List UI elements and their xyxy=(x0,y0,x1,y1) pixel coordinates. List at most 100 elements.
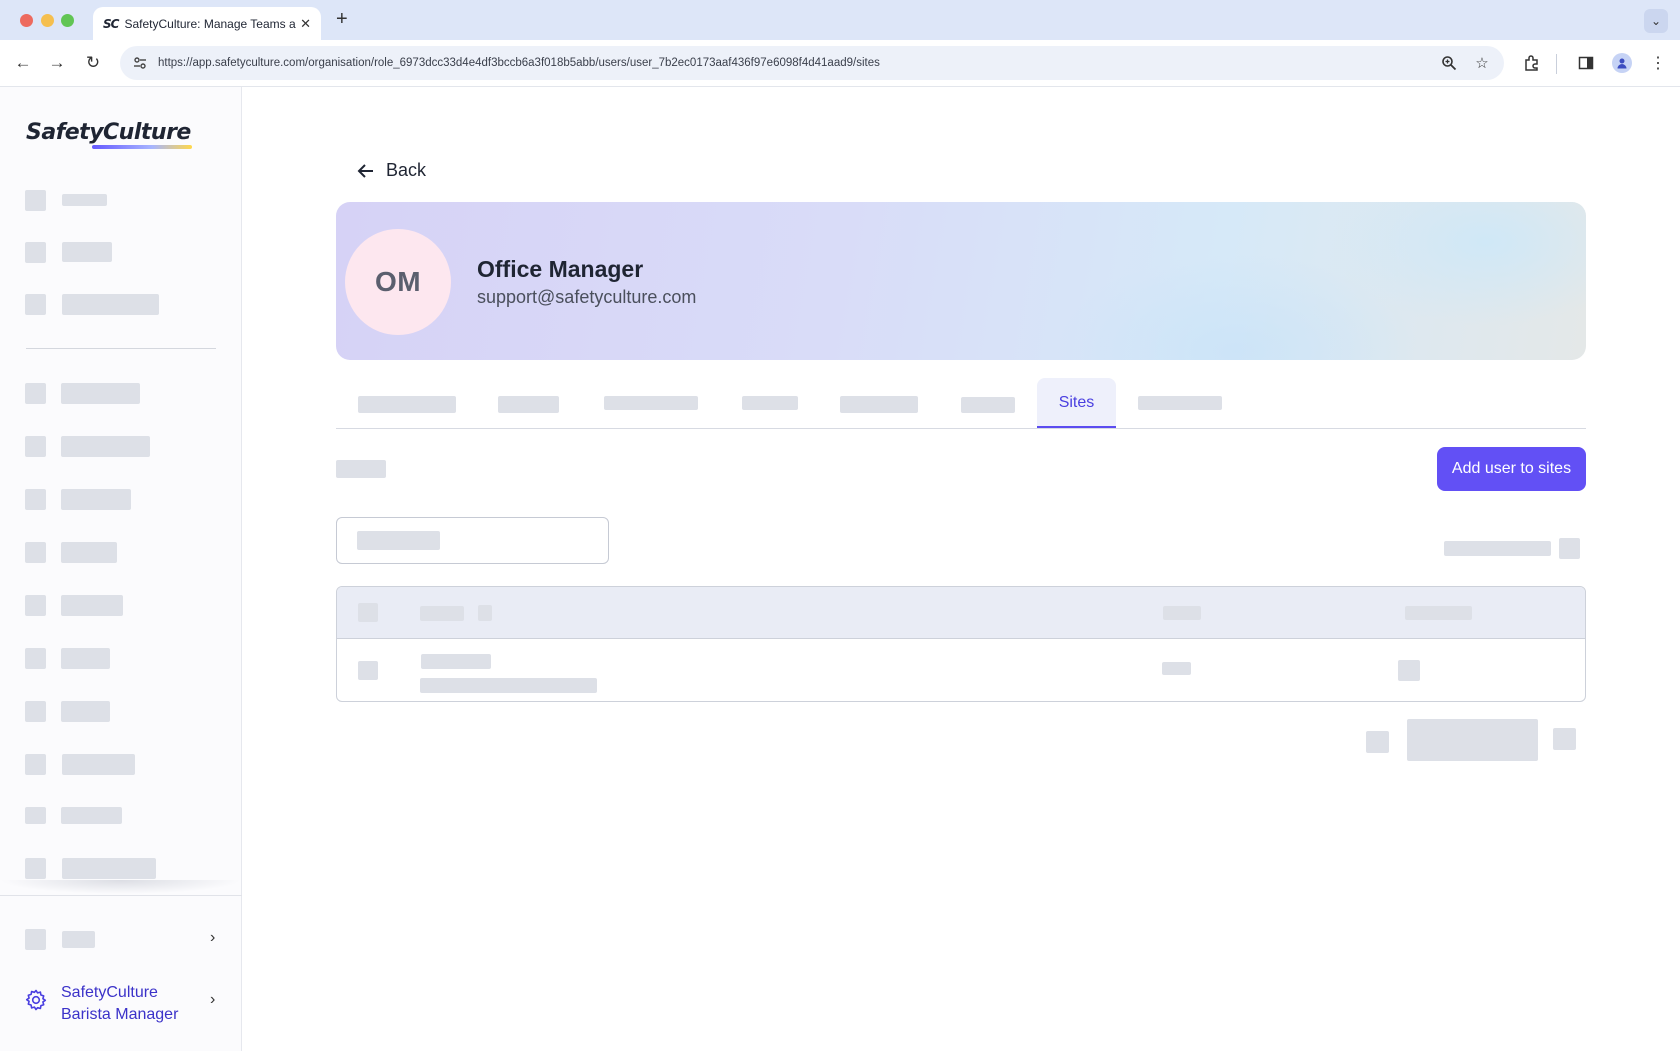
select-all-checkbox-placeholder[interactable] xyxy=(358,603,378,622)
filter-label-placeholder xyxy=(1444,541,1551,556)
window-close-button[interactable] xyxy=(20,14,33,27)
new-tab-button[interactable]: + xyxy=(336,8,348,31)
organisation-switcher[interactable]: SafetyCulture Barista Manager xyxy=(61,982,178,1026)
column-header-placeholder[interactable] xyxy=(1405,606,1472,620)
sidebar-divider xyxy=(26,348,216,349)
sidebar-icon-placeholder xyxy=(25,858,46,879)
org-line-2: Barista Manager xyxy=(61,1006,179,1023)
sidebar-label-placeholder xyxy=(61,648,110,669)
sidebar-icon-placeholder xyxy=(25,294,46,315)
tab-title: SafetyCulture: Manage Teams and... xyxy=(124,16,296,31)
address-bar[interactable]: https://app.safetyculture.com/organisati… xyxy=(120,46,1504,80)
sidebar-icon-placeholder xyxy=(25,190,46,211)
row-checkbox-placeholder[interactable] xyxy=(358,661,378,680)
avatar: OM xyxy=(345,229,451,335)
back-link[interactable]: Back xyxy=(356,160,426,181)
row-action-placeholder[interactable] xyxy=(1398,660,1420,681)
tab-placeholder[interactable] xyxy=(498,396,559,413)
sidebar-icon-placeholder xyxy=(25,595,46,616)
tab-placeholder[interactable] xyxy=(1138,396,1222,410)
sites-table xyxy=(336,586,1586,702)
pagination-prev-placeholder[interactable] xyxy=(1366,731,1389,753)
sidebar-label-placeholder xyxy=(62,242,112,262)
sort-icon-placeholder[interactable] xyxy=(478,605,492,621)
cell-placeholder xyxy=(1162,662,1191,675)
sidebar: SafetyCulture › SafetyCulture Barista Ma… xyxy=(0,87,242,1051)
chevron-right-icon[interactable]: › xyxy=(210,991,215,1009)
star-icon[interactable]: ☆ xyxy=(1472,53,1492,73)
sidebar-label-placeholder xyxy=(61,701,110,722)
user-name: Office Manager xyxy=(477,256,644,282)
tab-placeholder[interactable] xyxy=(961,397,1015,413)
browser-tab[interactable]: SC SafetyCulture: Manage Teams and... ✕ xyxy=(93,7,321,40)
zoom-icon[interactable] xyxy=(1439,53,1459,73)
sidebar-icon-placeholder xyxy=(25,383,46,404)
browser-tab-bar: SC SafetyCulture: Manage Teams and... ✕ … xyxy=(0,0,1680,40)
cell-placeholder xyxy=(420,678,597,693)
tab-placeholder[interactable] xyxy=(840,396,918,413)
sidebar-label-placeholder xyxy=(61,383,140,404)
org-line-1: SafetyCulture xyxy=(61,984,158,1001)
sidebar-icon-placeholder xyxy=(25,542,46,563)
pagination-next-placeholder[interactable] xyxy=(1553,728,1576,750)
tab-placeholder[interactable] xyxy=(742,396,798,410)
back-nav-icon[interactable]: ← xyxy=(10,50,36,76)
chevron-right-icon[interactable]: › xyxy=(210,929,215,947)
filter-button-placeholder[interactable] xyxy=(1559,538,1580,559)
pagination-pages-placeholder[interactable] xyxy=(1407,719,1538,761)
user-email: support@safetyculture.com xyxy=(477,287,697,307)
sidebar-label-placeholder xyxy=(62,294,159,315)
table-header xyxy=(337,587,1585,639)
sidebar-icon-placeholder xyxy=(25,436,46,457)
reload-icon[interactable]: ↻ xyxy=(80,50,106,76)
sidebar-icon-placeholder xyxy=(25,242,46,263)
sidebar-label-placeholder xyxy=(62,931,95,948)
sidebar-icon-placeholder xyxy=(25,929,46,950)
sidebar-icon-placeholder xyxy=(25,754,46,775)
tab-placeholder[interactable] xyxy=(358,396,456,413)
tab-sites-label: Sites xyxy=(1058,394,1095,411)
logo-swoosh xyxy=(92,145,192,149)
favicon-icon: SC xyxy=(103,16,119,31)
window-minimize-button[interactable] xyxy=(41,14,54,27)
browser-menu-icon[interactable]: ⋮ xyxy=(1645,50,1671,76)
sidebar-bottom-divider xyxy=(0,895,242,896)
profile-icon[interactable] xyxy=(1609,50,1635,76)
column-header-placeholder[interactable] xyxy=(1163,606,1201,620)
sidebar-label-placeholder xyxy=(61,489,131,510)
tabs-underline xyxy=(336,428,1586,429)
forward-nav-icon[interactable]: → xyxy=(44,50,70,76)
sidebar-label-placeholder xyxy=(61,436,150,457)
sidebar-label-placeholder xyxy=(61,542,117,563)
side-panel-icon[interactable] xyxy=(1573,50,1599,76)
sidebar-label-placeholder xyxy=(61,595,123,616)
toolbar-divider xyxy=(1556,54,1557,74)
window-zoom-button[interactable] xyxy=(61,14,74,27)
site-settings-icon[interactable] xyxy=(130,53,150,73)
extensions-icon[interactable] xyxy=(1519,50,1545,76)
cell-placeholder xyxy=(421,654,491,669)
add-user-to-sites-button[interactable]: Add user to sites xyxy=(1437,447,1586,491)
tab-search-chevron-icon[interactable]: ⌄ xyxy=(1644,9,1668,33)
sidebar-icon-placeholder xyxy=(25,648,46,669)
tab-sites[interactable]: Sites xyxy=(1037,378,1116,429)
sidebar-icon-placeholder xyxy=(25,701,46,722)
url-text: https://app.safetyculture.com/organisati… xyxy=(158,57,880,69)
sidebar-label-placeholder xyxy=(62,194,107,206)
tab-placeholder[interactable] xyxy=(604,396,698,410)
safetyculture-logo: SafetyCulture xyxy=(26,120,191,145)
column-header-placeholder[interactable] xyxy=(420,606,464,621)
sidebar-scroll-shadow xyxy=(0,880,242,894)
back-label: Back xyxy=(386,160,427,180)
sidebar-icon-placeholder xyxy=(25,807,46,824)
sidebar-label-placeholder xyxy=(61,807,122,824)
gear-icon[interactable] xyxy=(24,988,48,1012)
section-title-placeholder xyxy=(336,460,386,478)
sidebar-label-placeholder xyxy=(62,858,156,879)
search-input[interactable] xyxy=(336,517,609,564)
sidebar-icon-placeholder xyxy=(25,489,46,510)
browser-toolbar: ← → ↻ https://app.safetyculture.com/orga… xyxy=(0,40,1680,87)
back-arrow-icon xyxy=(357,163,373,178)
search-placeholder xyxy=(357,531,440,550)
close-icon[interactable]: ✕ xyxy=(300,16,311,32)
